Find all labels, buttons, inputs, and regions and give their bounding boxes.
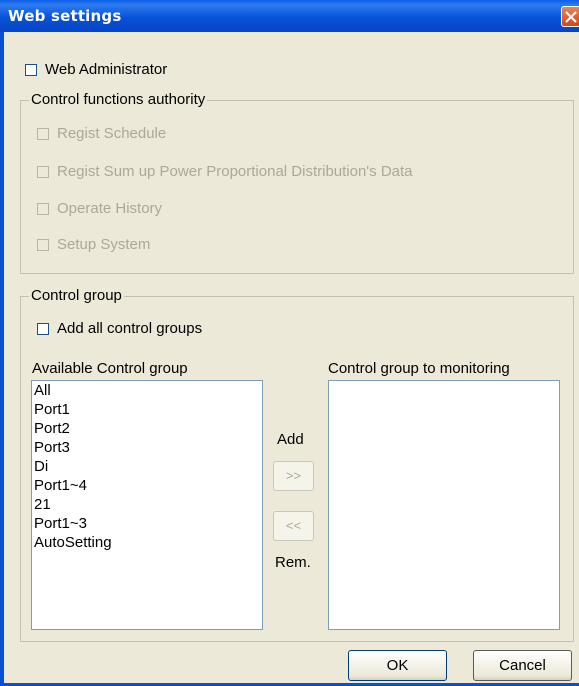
add-all-control-groups-label: Add all control groups: [57, 320, 203, 337]
list-item[interactable]: 21: [32, 495, 262, 514]
cancel-button[interactable]: Cancel: [473, 650, 572, 681]
control-functions-legend: Control functions authority: [29, 91, 208, 108]
list-item[interactable]: Port1~4: [32, 476, 262, 495]
remove-label: Rem.: [275, 554, 311, 571]
add-label: Add: [277, 431, 304, 448]
list-item[interactable]: Port3: [32, 438, 262, 457]
operate-history-checkbox[interactable]: Operate History: [37, 200, 162, 217]
title-bar[interactable]: Web settings: [0, 0, 579, 32]
setup-system-label: Setup System: [57, 236, 151, 253]
list-item[interactable]: All: [32, 381, 262, 400]
list-item[interactable]: Port1: [32, 400, 262, 419]
checkbox-box[interactable]: [37, 238, 49, 251]
regist-schedule-checkbox[interactable]: Regist Schedule: [37, 125, 166, 142]
operate-history-label: Operate History: [57, 200, 163, 217]
list-item[interactable]: Port2: [32, 419, 262, 438]
checkbox-box[interactable]: [37, 322, 49, 335]
web-administrator-checkbox[interactable]: Web Administrator: [25, 61, 167, 78]
regist-sum-up-power-label: Regist Sum up Power Proportional Distrib…: [57, 163, 413, 180]
checkbox-box[interactable]: [37, 165, 49, 178]
control-group-to-monitoring-label: Control group to monitoring: [328, 360, 510, 377]
web-administrator-label: Web Administrator: [45, 61, 168, 78]
list-item[interactable]: Port1~3: [32, 514, 262, 533]
available-control-group-label: Available Control group: [32, 360, 188, 377]
ok-button[interactable]: OK: [348, 650, 447, 681]
add-button[interactable]: >>: [273, 461, 314, 491]
checkbox-box[interactable]: [37, 202, 49, 215]
list-item[interactable]: Di: [32, 457, 262, 476]
checkbox-box[interactable]: [37, 127, 49, 140]
remove-button[interactable]: <<: [273, 511, 314, 541]
regist-sum-up-power-checkbox[interactable]: Regist Sum up Power Proportional Distrib…: [37, 163, 413, 180]
window-title: Web settings: [8, 7, 122, 25]
close-icon: [565, 11, 577, 23]
add-all-control-groups-checkbox[interactable]: Add all control groups: [37, 320, 202, 337]
regist-schedule-label: Regist Schedule: [57, 125, 167, 142]
available-control-group-list[interactable]: All Port1 Port2 Port3 Di Port1~4 21 Port…: [31, 380, 263, 630]
control-group-legend: Control group: [29, 287, 124, 304]
list-item[interactable]: AutoSetting: [32, 533, 262, 552]
setup-system-checkbox[interactable]: Setup System: [37, 236, 150, 253]
control-group-to-monitoring-list[interactable]: [328, 380, 560, 630]
checkbox-box[interactable]: [25, 63, 37, 76]
window-frame-left: [0, 32, 4, 686]
close-button[interactable]: [561, 6, 579, 27]
